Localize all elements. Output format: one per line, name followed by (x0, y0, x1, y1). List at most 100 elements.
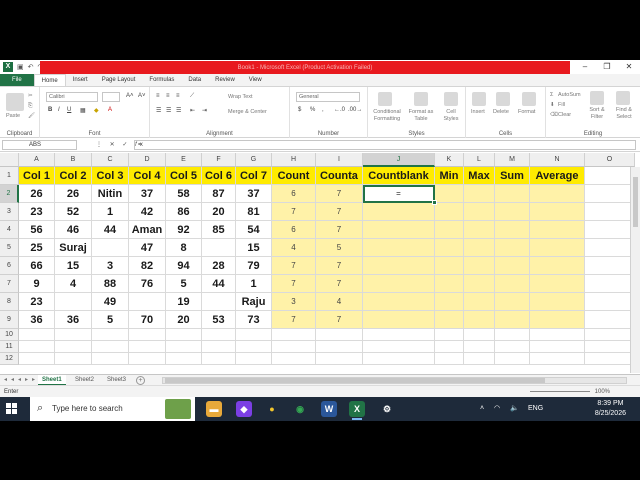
cell-o6[interactable] (585, 257, 635, 275)
row-header-6[interactable]: 6 (0, 257, 19, 275)
increase-decimal-icon[interactable]: ←.0 (334, 107, 345, 113)
cell-a7[interactable]: 9 (19, 275, 55, 293)
horizontal-scroll-thumb[interactable] (165, 378, 545, 383)
excel-taskbar-icon[interactable]: X (349, 401, 365, 420)
tab-review[interactable]: Review (208, 74, 242, 86)
row-header-10[interactable]: 10 (0, 329, 19, 341)
cell-f1[interactable]: Col 6 (202, 167, 236, 185)
cell-l2[interactable] (464, 185, 495, 203)
cell-m10[interactable] (495, 329, 530, 341)
cell-j10[interactable] (363, 329, 435, 341)
cell-a2[interactable]: 26 (19, 185, 55, 203)
file-explorer-icon[interactable]: ▬ (206, 401, 222, 417)
fill-handle[interactable] (432, 200, 437, 205)
tab-formulas[interactable]: Formulas (142, 74, 181, 86)
cell-g6[interactable]: 79 (236, 257, 272, 275)
currency-icon[interactable]: $ (298, 107, 301, 113)
cell-f2[interactable]: 87 (202, 185, 236, 203)
cell-k10[interactable] (435, 329, 464, 341)
decrease-indent-icon[interactable]: ⇤ (190, 107, 195, 114)
word-icon[interactable]: W (321, 401, 337, 417)
cell-d5[interactable]: 47 (129, 239, 166, 257)
align-middle-icon[interactable]: ≡ (166, 93, 170, 99)
clear-icon[interactable]: ⌫ (550, 112, 558, 118)
column-header-k[interactable]: K (435, 153, 464, 167)
delete-cells-button[interactable]: Delete (493, 109, 509, 115)
cell-m5[interactable] (495, 239, 530, 257)
cell-l3[interactable] (464, 203, 495, 221)
cell-l8[interactable] (464, 293, 495, 311)
cell-h10[interactable] (272, 329, 316, 341)
zoom-level[interactable]: 100% (595, 386, 610, 397)
cell-i2[interactable]: 7 (316, 185, 363, 203)
taskbar-search[interactable]: ⌕ Type here to search (30, 397, 195, 421)
tab-insert[interactable]: Insert (66, 74, 95, 86)
cell-k1[interactable]: Min (435, 167, 464, 185)
cell-d11[interactable] (129, 341, 166, 353)
cell-a9[interactable]: 36 (19, 311, 55, 329)
cell-l5[interactable] (464, 239, 495, 257)
windows-start-icon[interactable] (6, 403, 18, 415)
cell-c9[interactable]: 5 (92, 311, 129, 329)
cell-n5[interactable] (530, 239, 585, 257)
cell-styles-button[interactable]: Cell Styles (440, 109, 462, 123)
tab-home[interactable]: Home (33, 74, 66, 86)
cell-e9[interactable]: 20 (166, 311, 202, 329)
cell-g11[interactable] (236, 341, 272, 353)
cell-o4[interactable] (585, 221, 635, 239)
cell-a5[interactable]: 25 (19, 239, 55, 257)
fill-button[interactable]: Fill (558, 102, 565, 108)
cell-a12[interactable] (19, 353, 55, 365)
row-header-8[interactable]: 8 (0, 293, 19, 311)
horizontal-scrollbar[interactable] (162, 377, 627, 384)
cell-c10[interactable] (92, 329, 129, 341)
cell-g7[interactable]: 1 (236, 275, 272, 293)
cell-j11[interactable] (363, 341, 435, 353)
cell-f5[interactable] (202, 239, 236, 257)
cell-j8[interactable] (363, 293, 435, 311)
cell-i12[interactable] (316, 353, 363, 365)
cell-g10[interactable] (236, 329, 272, 341)
cell-g1[interactable]: Col 7 (236, 167, 272, 185)
format-cells-icon[interactable] (522, 92, 536, 106)
cell-h7[interactable]: 7 (272, 275, 316, 293)
format-as-table-icon[interactable] (414, 92, 428, 106)
tab-data[interactable]: Data (181, 74, 208, 86)
cell-m12[interactable] (495, 353, 530, 365)
borders-icon[interactable]: ▦ (80, 107, 86, 114)
cell-h11[interactable] (272, 341, 316, 353)
cell-c6[interactable]: 3 (92, 257, 129, 275)
cell-b6[interactable]: 15 (55, 257, 92, 275)
cell-d1[interactable]: Col 4 (129, 167, 166, 185)
cell-e8[interactable]: 19 (166, 293, 202, 311)
language-indicator[interactable]: ENG (528, 397, 543, 421)
column-header-i[interactable]: I (316, 153, 363, 167)
row-header-7[interactable]: 7 (0, 275, 19, 293)
vertical-scroll-thumb[interactable] (633, 177, 638, 227)
percent-icon[interactable]: % (310, 107, 315, 113)
column-header-c[interactable]: C (92, 153, 129, 167)
cell-e3[interactable]: 86 (166, 203, 202, 221)
row-header-11[interactable]: 11 (0, 341, 19, 353)
cell-l10[interactable] (464, 329, 495, 341)
cell-j1[interactable]: Countblank (363, 167, 435, 185)
zoom-slider[interactable] (530, 391, 590, 392)
cell-b5[interactable]: Suraj (55, 239, 92, 257)
name-box[interactable]: ABS (2, 140, 77, 150)
cell-b12[interactable] (55, 353, 92, 365)
cell-m6[interactable] (495, 257, 530, 275)
row-header-5[interactable]: 5 (0, 239, 19, 257)
cell-c8[interactable]: 49 (92, 293, 129, 311)
cell-h9[interactable]: 7 (272, 311, 316, 329)
cell-k3[interactable] (435, 203, 464, 221)
cell-m11[interactable] (495, 341, 530, 353)
cell-m9[interactable] (495, 311, 530, 329)
cell-b7[interactable]: 4 (55, 275, 92, 293)
cell-i4[interactable]: 7 (316, 221, 363, 239)
column-header-o[interactable]: O (585, 153, 635, 167)
cell-c7[interactable]: 88 (92, 275, 129, 293)
cell-g5[interactable]: 15 (236, 239, 272, 257)
cell-i9[interactable]: 7 (316, 311, 363, 329)
font-size-dropdown[interactable] (102, 92, 120, 102)
cell-f4[interactable]: 85 (202, 221, 236, 239)
